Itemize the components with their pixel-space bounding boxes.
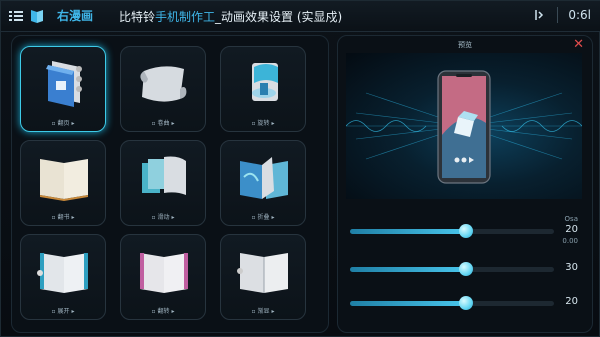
- slider-track[interactable]: [350, 224, 554, 238]
- effect-label: ▫ 卷曲 ▸: [151, 120, 175, 127]
- open-book-icon: [40, 159, 88, 201]
- effect-card-8[interactable]: ▫ 翻转 ▸: [120, 234, 206, 320]
- slider-track[interactable]: [350, 296, 554, 310]
- effect-label: ▫ 折叠 ▸: [251, 214, 275, 221]
- effect-label: ▫ 旋转 ▸: [251, 120, 275, 127]
- effect-card-1[interactable]: ▫ 翻页 ▸: [20, 46, 106, 132]
- slider-thumb[interactable]: [459, 224, 474, 238]
- slider-thumb[interactable]: [459, 262, 474, 276]
- app-name: 右漫画: [57, 9, 94, 23]
- effects-panel: ▫ 翻页 ▸ ▫ 卷曲 ▸ ▫ 旋转 ▸ ▫ 翻书 ▸ ▫ 滑动 ▸ ▫ 折叠 …: [11, 35, 329, 333]
- scroll-curl-icon: [140, 66, 187, 102]
- preview-panel: 预览 ✕ Osa 20 0.00 30 20: [337, 35, 593, 333]
- open-book-gray-icon: [237, 253, 288, 293]
- title-highlight: 手机制作工: [155, 10, 216, 24]
- preview-viewport: [346, 53, 582, 199]
- slider-unit-top: Osa: [564, 215, 578, 223]
- slider-fill: [350, 267, 467, 272]
- book-flip-icon: [46, 61, 82, 107]
- effect-card-4[interactable]: ▫ 翻书 ▸: [20, 140, 106, 226]
- slider-row-1: Osa 20 0.00: [346, 215, 586, 245]
- open-book-teal-icon: [37, 253, 88, 293]
- effect-label: ▫ 翻书 ▸: [51, 214, 75, 221]
- effect-label: ▫ 翻转 ▸: [151, 308, 175, 315]
- slider-row-2: 30: [346, 254, 586, 282]
- preview-title: 预览: [458, 41, 472, 49]
- effect-label: ▫ 渐显 ▸: [251, 308, 275, 315]
- app-window: 右漫画 比特铃手机制作工_动画效果设置 (实显戍) 0:6l ▫ 翻页 ▸ ▫ …: [0, 0, 600, 337]
- close-icon[interactable]: ✕: [573, 37, 584, 52]
- menu-list-icon[interactable]: [9, 10, 23, 22]
- slider-value: 20: [565, 296, 578, 307]
- divider: [557, 7, 559, 23]
- title-bar: 右漫画 比特铃手机制作工_动画效果设置 (实显戍) 0:6l: [1, 1, 600, 32]
- slider-track[interactable]: [350, 262, 554, 276]
- effect-label: ▫ 滑动 ▸: [151, 214, 175, 221]
- collapse-icon[interactable]: [533, 8, 547, 22]
- window-title: 比特铃手机制作工_动画效果设置 (实显戍): [119, 8, 342, 25]
- effect-card-5[interactable]: ▫ 滑动 ▸: [120, 140, 206, 226]
- phone-preview-illustration: [346, 70, 582, 184]
- slider-value: 30: [565, 262, 578, 273]
- effect-card-7[interactable]: ▫ 展开 ▸: [20, 234, 106, 320]
- effect-label: ▫ 展开 ▸: [51, 308, 75, 315]
- effect-card-3[interactable]: ▫ 旋转 ▸: [220, 46, 306, 132]
- window-control-label[interactable]: 0:6l: [568, 8, 591, 22]
- slider-fill: [350, 229, 467, 234]
- fold-pages-icon: [240, 157, 288, 199]
- open-book-pink-icon: [140, 253, 188, 293]
- title-part1: 比特铃: [119, 10, 156, 24]
- effect-card-9[interactable]: ▫ 渐显 ▸: [220, 234, 306, 320]
- effects-grid: ▫ 翻页 ▸ ▫ 卷曲 ▸ ▫ 旋转 ▸ ▫ 翻书 ▸ ▫ 滑动 ▸ ▫ 折叠 …: [20, 46, 306, 320]
- slider-fill: [350, 301, 467, 306]
- page-rotate-icon: [252, 63, 278, 101]
- effect-card-2[interactable]: ▫ 卷曲 ▸: [120, 46, 206, 132]
- effect-card-6[interactable]: ▫ 折叠 ▸: [220, 140, 306, 226]
- slider-unit-bottom: 0.00: [562, 237, 578, 245]
- slider-value: 20: [565, 224, 578, 235]
- slider-thumb[interactable]: [459, 296, 474, 310]
- title-part2: _动画效果设置 (实显戍): [215, 10, 343, 24]
- slide-pages-icon: [142, 156, 186, 195]
- book-logo-icon: [29, 8, 45, 24]
- slider-row-3: 20: [346, 288, 586, 316]
- effect-label: ▫ 翻页 ▸: [51, 120, 75, 127]
